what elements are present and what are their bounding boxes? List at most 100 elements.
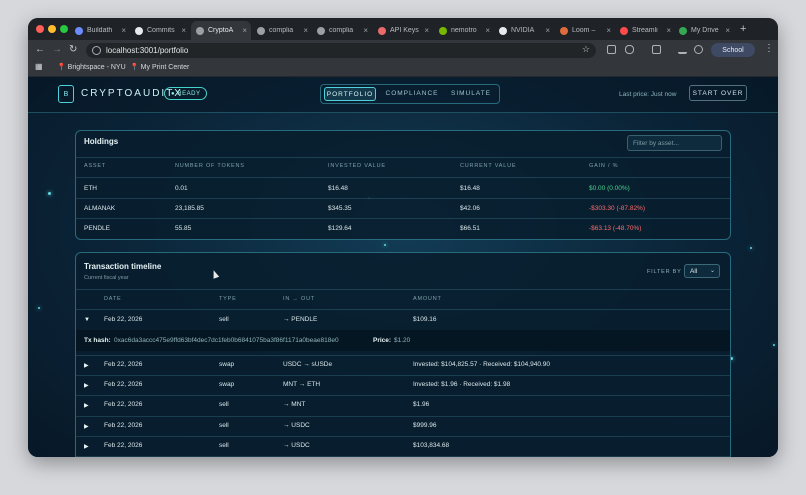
expand-row-icon[interactable]: ▶ — [84, 382, 89, 389]
collapse-row-icon[interactable]: ▼ — [84, 317, 90, 323]
tab-favicon-icon — [257, 26, 265, 35]
download-icon[interactable] — [678, 45, 687, 54]
tab-title: My Drive — [691, 27, 719, 34]
txn-cell-flow: USDC → sUSDe — [283, 361, 333, 368]
txn-cell-date: Feb 22, 2026 — [104, 316, 143, 323]
close-icon[interactable]: × — [363, 26, 368, 35]
tab-compliance[interactable]: COMPLIANCE — [383, 87, 441, 101]
divider — [76, 218, 730, 219]
browser-tab[interactable]: complia × — [312, 21, 372, 40]
tab-favicon-icon — [317, 26, 325, 35]
column-header: ASSET — [84, 163, 107, 169]
holding-cell-asset: ETH — [84, 185, 97, 192]
close-icon[interactable]: × — [181, 26, 186, 35]
divider — [76, 198, 730, 199]
expand-row-icon[interactable]: ▶ — [84, 423, 89, 430]
tab-title: complia — [269, 27, 294, 34]
browser-tab[interactable]: CryptoA × — [191, 21, 251, 40]
timeline-subtitle: Current fiscal year — [84, 275, 129, 281]
divider — [76, 177, 730, 178]
holding-cell-invested: $345.35 — [328, 205, 352, 212]
background-star — [38, 307, 40, 309]
browser-tab[interactable]: nemotro × — [434, 21, 494, 40]
browser-tab[interactable]: complia × — [252, 21, 312, 40]
maximize-window-button[interactable] — [60, 25, 68, 33]
bookmark-star-icon[interactable]: ☆ — [582, 44, 590, 55]
close-window-button[interactable] — [36, 25, 44, 33]
reload-icon[interactable]: ↻ — [69, 44, 77, 55]
close-icon[interactable]: × — [424, 26, 429, 35]
browser-tab[interactable]: My Drive × — [674, 21, 734, 40]
browser-toolbar: ← → ↻ localhost:3001/portfolio ☆ School … — [28, 40, 778, 60]
apps-grid-icon[interactable]: ▦ — [35, 62, 43, 71]
bookmark-brightspace[interactable]: 📍 Brightspace - NYU — [57, 63, 126, 71]
translate-icon[interactable] — [625, 45, 634, 54]
bookmark-print-center[interactable]: 📍 My Print Center — [130, 63, 189, 71]
bookmarks-bar: ▦ 📍 Brightspace - NYU 📍 My Print Center — [28, 60, 778, 77]
tab-favicon-icon — [75, 26, 83, 35]
tab-portfolio[interactable]: PORTFOLIO — [324, 87, 376, 101]
tx-detail-row: Tx hash: 0xac6da3accc475e9ffd63bf4dec7dc1… — [76, 330, 730, 351]
close-icon[interactable]: × — [121, 26, 126, 35]
close-icon[interactable]: × — [545, 26, 550, 35]
close-icon[interactable]: × — [242, 26, 247, 35]
browser-tab[interactable]: NVIDIA × — [494, 21, 554, 40]
txn-cell-date: Feb 22, 2026 — [104, 442, 143, 449]
sidebar-icon[interactable] — [694, 45, 703, 54]
new-tab-button[interactable]: + — [740, 23, 746, 35]
close-icon[interactable]: × — [725, 26, 730, 35]
main-nav: PORTFOLIO COMPLIANCE SIMULATE — [320, 84, 500, 104]
txn-cell-flow: → MNT — [283, 401, 306, 408]
address-bar[interactable]: localhost:3001/portfolio ☆ — [86, 43, 596, 58]
close-icon[interactable]: × — [303, 26, 308, 35]
browser-tab[interactable]: Streamli × — [615, 21, 675, 40]
txn-cell-amount: $103,834.68 — [413, 442, 450, 449]
timeline-card: Transaction timeline Current fiscal year… — [75, 252, 731, 457]
close-icon[interactable]: × — [666, 26, 671, 35]
profile-label: School — [722, 46, 744, 54]
txn-cell-date: Feb 22, 2026 — [104, 422, 143, 429]
filter-select[interactable]: All ⌄ — [684, 264, 720, 278]
browser-tab[interactable]: API Keys × — [373, 21, 433, 40]
app-viewport: B CRYPTOAUDITX ● READY PORTFOLIO COMPLIA… — [28, 77, 778, 457]
divider — [76, 375, 730, 376]
menu-icon[interactable]: ⋮ — [764, 43, 774, 54]
close-icon[interactable]: × — [606, 26, 611, 35]
txn-cell-flow: → USDC — [283, 442, 310, 449]
back-icon[interactable]: ← — [35, 44, 45, 55]
column-header: INVESTED VALUE — [328, 163, 386, 169]
holding-cell-tokens: 23,185.85 — [175, 205, 204, 212]
expand-row-icon[interactable]: ▶ — [84, 443, 89, 450]
background-star — [48, 192, 51, 195]
site-info-icon[interactable] — [92, 46, 101, 55]
divider — [76, 355, 730, 356]
txn-cell-type: sell — [219, 401, 229, 408]
txn-cell-type: swap — [219, 381, 235, 388]
holding-cell-invested: $129.64 — [328, 225, 352, 232]
tab-simulate[interactable]: SIMULATE — [445, 87, 497, 101]
browser-tab[interactable]: Loom – × — [555, 21, 615, 40]
divider — [76, 157, 730, 158]
txn-cell-type: swap — [219, 361, 235, 368]
minimize-window-button[interactable] — [48, 25, 56, 33]
txn-cell-date: Feb 22, 2026 — [104, 401, 143, 408]
column-header: CURRENT VALUE — [460, 163, 517, 169]
close-icon[interactable]: × — [485, 26, 490, 35]
browser-tab[interactable]: Buildath × — [70, 21, 130, 40]
expand-row-icon[interactable]: ▶ — [84, 402, 89, 409]
background-star — [750, 247, 752, 249]
profile-button[interactable]: School — [711, 43, 755, 57]
holding-cell-tokens: 55.85 — [175, 225, 192, 232]
extension-icon[interactable] — [607, 45, 616, 54]
txn-cell-type: sell — [219, 422, 229, 429]
tab-favicon-icon — [439, 26, 447, 35]
status-label: READY — [177, 91, 201, 97]
forward-icon[interactable]: → — [52, 44, 62, 55]
cast-icon[interactable] — [652, 45, 661, 54]
tab-favicon-icon — [679, 26, 687, 35]
asset-filter-input[interactable]: Filter by asset... — [627, 135, 722, 151]
browser-window: Buildath × Commits × CryptoA × complia × complia… — [28, 18, 778, 457]
browser-tab[interactable]: Commits × — [130, 21, 190, 40]
start-over-button[interactable]: START OVER — [689, 85, 747, 101]
expand-row-icon[interactable]: ▶ — [84, 362, 89, 369]
